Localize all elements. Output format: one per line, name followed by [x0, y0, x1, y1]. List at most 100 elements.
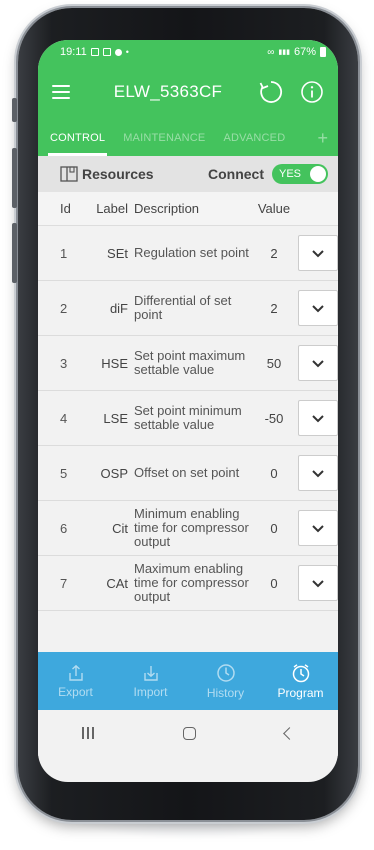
add-tab-icon[interactable]: + [317, 120, 328, 156]
table-header: Id Label Description Value [38, 192, 338, 226]
connect-toggle[interactable]: YES [272, 164, 328, 184]
row-label: LSE [103, 410, 128, 426]
chevron-down-icon [312, 579, 324, 587]
history-icon [216, 663, 235, 682]
parameter-list: 1 SEt Regulation set point 2 2 diF Diffe… [38, 226, 338, 611]
program-label: Program [277, 685, 324, 700]
app-title: ELW_5363CF [113, 82, 223, 101]
row-id: 6 [60, 520, 68, 536]
row-label: OSP [100, 465, 128, 481]
header-actions [258, 79, 324, 105]
status-bar: 19:11 • ∞ ▮▮▮ 67% [38, 40, 338, 64]
import-button[interactable]: Import [113, 652, 188, 710]
battery-icon [320, 47, 326, 57]
chevron-down-icon [312, 469, 324, 477]
status-left: 19:11 • [60, 46, 129, 58]
row-label: Cit [112, 520, 128, 536]
chevron-down-icon [312, 249, 324, 257]
row-description: Regulation set point [134, 245, 249, 260]
tab-maintenance[interactable]: MAINTENANCE [123, 120, 205, 156]
row-dropdown-button[interactable] [298, 290, 338, 326]
chevron-down-icon [312, 304, 324, 312]
row-value: 2 [270, 300, 278, 316]
battery-percent: 67% [293, 46, 316, 58]
row-dropdown-button[interactable] [298, 455, 338, 491]
link-icon: ∞ [267, 46, 275, 58]
status-right: ∞ ▮▮▮ 67% [267, 46, 326, 58]
history-button[interactable]: History [188, 652, 263, 710]
chevron-down-icon [312, 359, 324, 367]
row-value: -50 [264, 410, 284, 426]
program-icon [292, 663, 309, 682]
back-icon[interactable] [282, 726, 296, 740]
connect-toggle-text: YES [279, 168, 302, 180]
row-description: Set point maximum settable value [134, 348, 246, 377]
row-value: 50 [266, 355, 282, 371]
connect-label: Connect [208, 166, 264, 182]
toggle-knob [310, 166, 326, 182]
table-row: 5 OSP Offset on set point 0 [38, 446, 338, 501]
mail-notification-icon [102, 48, 111, 56]
system-nav-bar [38, 710, 338, 756]
chevron-down-icon [312, 414, 324, 422]
row-value: 0 [270, 575, 278, 591]
app-header: ELW_5363CF [38, 64, 338, 120]
home-icon[interactable] [182, 726, 196, 740]
row-dropdown-button[interactable] [298, 235, 338, 271]
export-button[interactable]: Export [38, 652, 113, 710]
refresh-icon[interactable] [258, 79, 284, 105]
table-row: 7 CAt Maximum enabling time for compress… [38, 556, 338, 611]
row-id: 5 [60, 465, 68, 481]
gallery-notification-icon [90, 48, 99, 56]
table-row: 1 SEt Regulation set point 2 [38, 226, 338, 281]
export-icon [68, 664, 83, 681]
more-dot-icon: • [125, 47, 129, 57]
recents-icon[interactable] [82, 727, 95, 739]
history-label: History [206, 685, 245, 700]
row-label: CAt [106, 575, 128, 591]
header-value: Value [257, 201, 291, 216]
row-id: 1 [60, 245, 68, 261]
table-row: 6 Cit Minimum enabling time for compress… [38, 501, 338, 556]
phone-side-button [12, 223, 17, 283]
header-description: Description [134, 201, 200, 216]
signal-icon: ▮▮▮ [278, 49, 290, 56]
row-dropdown-button[interactable] [298, 345, 338, 381]
info-icon[interactable] [300, 80, 324, 104]
row-description: Set point minimum settable value [134, 403, 242, 432]
phone-side-button [12, 98, 17, 122]
row-dropdown-button[interactable] [298, 565, 338, 601]
resources-icon [60, 166, 78, 182]
import-label: Import [133, 684, 168, 699]
row-description: Minimum enabling time for compressor out… [134, 506, 249, 549]
program-button[interactable]: Program [263, 652, 338, 710]
row-label: SEt [107, 245, 128, 261]
export-label: Export [58, 684, 93, 699]
row-value: 2 [270, 245, 278, 261]
import-icon [143, 665, 158, 681]
row-id: 2 [60, 300, 68, 316]
tab-advanced[interactable]: ADVANCED [223, 120, 285, 156]
alert-notification-icon [114, 48, 122, 56]
row-id: 4 [60, 410, 68, 426]
chevron-down-icon [312, 524, 324, 532]
row-id: 7 [60, 575, 68, 591]
menu-icon[interactable] [52, 85, 70, 99]
phone-side-button [12, 148, 17, 208]
row-dropdown-button[interactable] [298, 510, 338, 546]
row-label: diF [109, 300, 128, 316]
table-row: 3 HSE Set point maximum settable value 5… [38, 336, 338, 391]
table-row: 4 LSE Set point minimum settable value -… [38, 391, 338, 446]
table-row: 2 diF Differential of set point 2 [38, 281, 338, 336]
resources-bar: Resources Connect YES [38, 156, 338, 192]
row-value: 0 [270, 465, 278, 481]
tab-control[interactable]: CONTROL [47, 120, 108, 156]
tab-bar: CONTROL MAINTENANCE ADVANCED + [38, 120, 338, 156]
resources-label[interactable]: Resources [82, 166, 154, 182]
row-value: 0 [270, 520, 278, 536]
row-id: 3 [60, 355, 68, 371]
row-description: Maximum enabling time for compressor out… [134, 561, 249, 604]
phone-screen: 19:11 • ∞ ▮▮▮ 67% ELW_5363CF CONTROL MAI… [38, 40, 338, 782]
row-dropdown-button[interactable] [298, 400, 338, 436]
row-description: Differential of set point [134, 293, 232, 322]
